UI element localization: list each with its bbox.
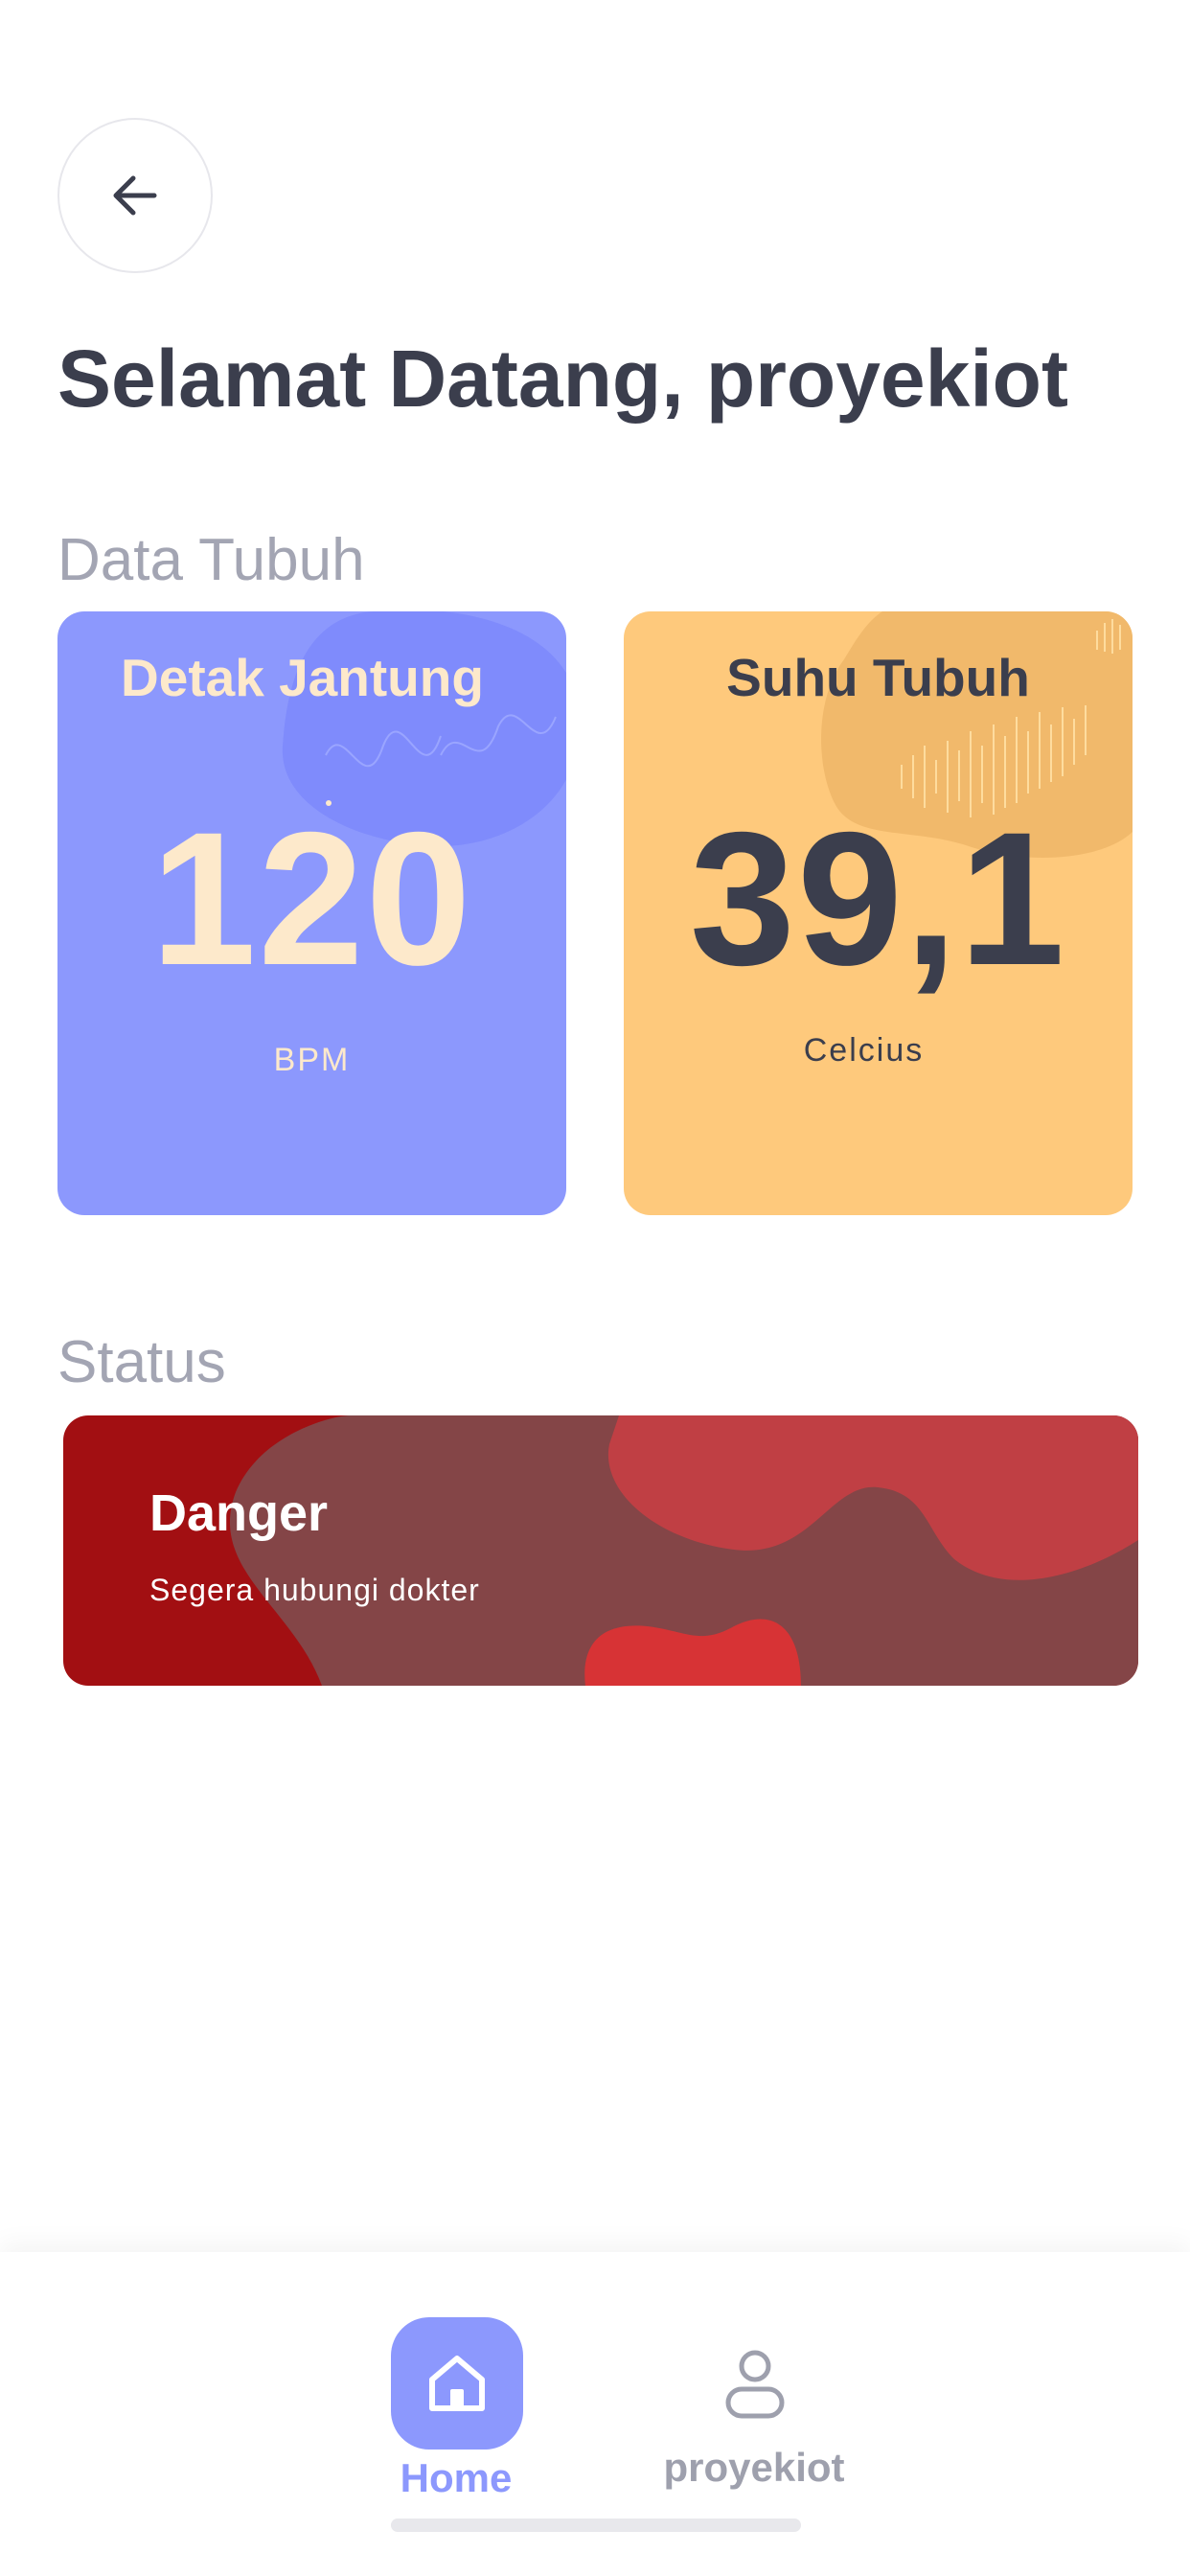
page-title: Selamat Datang, proyekiot: [57, 334, 1068, 424]
nav-label-home: Home: [400, 2455, 513, 2500]
status-title: Danger: [149, 1484, 329, 1542]
home-indicator[interactable]: [391, 2518, 801, 2532]
user-icon: [725, 2350, 785, 2419]
heart-rate-unit: BPM: [273, 1042, 351, 1078]
nav-item-profile[interactable]: proyekiot: [639, 2252, 869, 2540]
temperature-value: 39,1: [689, 793, 1067, 1004]
home-icon-container: [391, 2317, 523, 2450]
heart-rate-title: Detak Jantung: [121, 648, 484, 707]
nav-item-home[interactable]: Home: [341, 2252, 571, 2540]
home-icon: [429, 2356, 485, 2411]
user-icon-container: [689, 2317, 821, 2450]
arrow-left-icon: [113, 175, 157, 216]
section-label-data-tubuh: Data Tubuh: [57, 527, 365, 593]
heart-rate-value: 120: [150, 793, 473, 1004]
temperature-unit: Celcius: [803, 1032, 925, 1069]
heart-rate-card[interactable]: Detak Jantung 120 BPM: [57, 611, 566, 1215]
section-label-status: Status: [57, 1329, 226, 1395]
temperature-title: Suhu Tubuh: [726, 648, 1030, 707]
status-background-decoration: [229, 1415, 1138, 1686]
temperature-card[interactable]: Suhu Tubuh 39,1 Celcius: [624, 611, 1133, 1215]
nav-label-profile: proyekiot: [663, 2445, 845, 2490]
status-message: Segera hubungi dokter: [149, 1573, 480, 1607]
status-card[interactable]: Danger Segera hubungi dokter: [63, 1415, 1138, 1686]
back-button[interactable]: [57, 118, 213, 273]
